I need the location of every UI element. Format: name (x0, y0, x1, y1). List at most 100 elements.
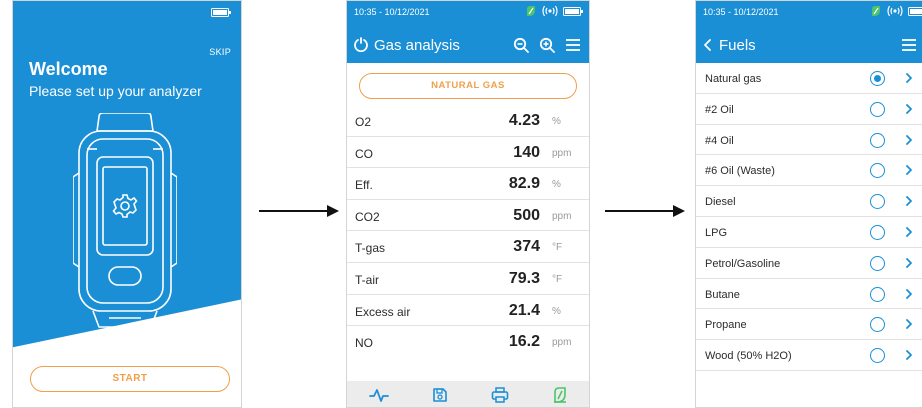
fuel-radio[interactable] (870, 132, 885, 148)
measurement-value: 500 (513, 206, 540, 224)
fuel-radio[interactable] (870, 224, 885, 240)
gas-analysis-body: NATURAL GAS O2 4.23 % CO 140 ppm Eff. 82… (347, 63, 589, 407)
measurement-value: 140 (513, 143, 540, 161)
sensor-status-icon (527, 6, 535, 16)
back-chevron-icon[interactable] (702, 38, 714, 52)
fuel-radio[interactable] (870, 101, 885, 117)
battery-icon (908, 6, 922, 16)
measurement-unit: ppm (552, 337, 572, 349)
fuel-selector-button[interactable]: NATURAL GAS (359, 73, 577, 99)
fuel-list-item[interactable]: Wood (50% H2O) (696, 340, 922, 371)
measurement-unit: ppm (552, 147, 572, 159)
app-header: 10:35 - 10/12/2021 Gas analysis (347, 1, 589, 63)
gas-analysis-screen: 10:35 - 10/12/2021 Gas analysis NATURAL … (346, 0, 590, 408)
measurement-list: O2 4.23 % CO 140 ppm Eff. 82.9 % CO2 500… (347, 105, 589, 358)
fuel-radio[interactable] (870, 194, 885, 210)
sensor-status-icon (872, 6, 880, 16)
header-title-row: Fuels (702, 35, 756, 55)
menu-icon[interactable] (901, 38, 917, 52)
fuel-radio[interactable] (870, 163, 885, 179)
zoom-out-icon[interactable] (513, 37, 529, 53)
battery-icon (563, 6, 583, 16)
measurement-unit: °F (552, 273, 563, 285)
fuel-radio[interactable] (870, 255, 885, 271)
measurement-unit: % (552, 116, 561, 127)
measurement-unit: % (552, 179, 561, 191)
fuel-name: Wood (50% H2O) (705, 350, 792, 363)
chevron-right-icon[interactable] (905, 350, 913, 361)
fuel-list: Natural gas #2 Oil #4 Oil #6 Oil (Waste)… (696, 63, 922, 371)
fuel-list-item[interactable]: Propane (696, 309, 922, 341)
measurement-name: T-gas (355, 241, 386, 256)
fuel-list-item[interactable]: LPG (696, 217, 922, 248)
measurement-name: T-air (355, 272, 379, 287)
measurement-row: CO2 500 ppm (347, 200, 589, 232)
chevron-right-icon[interactable] (905, 134, 913, 145)
chevron-right-icon[interactable] (905, 288, 913, 299)
measurement-value: 21.4 (508, 301, 540, 319)
fuel-list-item[interactable]: #6 Oil (Waste) (696, 155, 922, 187)
chevron-right-icon[interactable] (905, 257, 913, 268)
page-title: Gas analysis (374, 36, 460, 54)
fuel-list-item[interactable]: Diesel (696, 186, 922, 217)
fuel-list-item[interactable]: Butane (696, 279, 922, 310)
welcome-screen: SKIP Welcome Please set up your analyzer… (12, 0, 242, 408)
pulse-icon[interactable] (368, 387, 389, 403)
fuel-name: #2 Oil (705, 103, 734, 116)
measurement-row: Eff. 82.9 % (347, 168, 589, 200)
measurement-row: CO 140 ppm (347, 137, 589, 169)
battery-icon (211, 8, 231, 17)
print-icon[interactable] (491, 387, 509, 403)
fuel-radio[interactable] (870, 317, 885, 333)
chevron-right-icon[interactable] (905, 319, 913, 330)
zoom-in-icon[interactable] (539, 37, 555, 53)
skip-button[interactable]: SKIP (209, 47, 231, 57)
flow-arrow-icon (259, 205, 339, 217)
fuel-list-item[interactable]: Natural gas (696, 63, 922, 94)
status-time: 10:35 - 10/12/2021 (354, 7, 430, 17)
fuel-list-item[interactable]: #2 Oil (696, 94, 922, 125)
measurement-value: 79.3 (508, 269, 540, 287)
measurement-unit: ppm (552, 210, 572, 222)
fuel-name: Diesel (705, 196, 736, 209)
chevron-right-icon[interactable] (905, 165, 913, 176)
fuel-list-item[interactable]: Petrol/Gasoline (696, 248, 922, 279)
chevron-right-icon[interactable] (905, 103, 913, 114)
measurement-row: Excess air 21.4 % (347, 295, 589, 327)
header-actions (901, 35, 917, 55)
status-icons (525, 5, 583, 17)
measurement-row: T-gas 374 °F (347, 231, 589, 263)
fuel-name: Petrol/Gasoline (705, 257, 781, 270)
analyzer-device-illustration (73, 113, 177, 328)
page-title: Fuels (719, 36, 756, 54)
measurement-value: 4.23 (508, 112, 540, 129)
fuel-radio[interactable] (870, 71, 885, 86)
fuel-list-item[interactable]: #4 Oil (696, 125, 922, 156)
measurement-name: CO2 (355, 209, 380, 224)
chevron-right-icon[interactable] (905, 227, 913, 237)
flow-arrow-icon (605, 205, 685, 217)
chevron-right-icon[interactable] (905, 73, 913, 83)
start-button[interactable]: START (30, 366, 230, 392)
fuel-name: #4 Oil (705, 134, 734, 147)
fuel-radio[interactable] (870, 286, 885, 302)
chevron-right-icon[interactable] (905, 196, 913, 207)
menu-icon[interactable] (565, 38, 581, 52)
fuel-name: Propane (705, 319, 747, 332)
fuel-name: LPG (705, 226, 728, 239)
measurement-name: CO (355, 146, 373, 161)
fuels-screen: 10:35 - 10/12/2021 Fuels Natural gas #2 … (695, 0, 922, 408)
fuel-radio[interactable] (870, 348, 885, 364)
save-icon[interactable] (432, 387, 448, 403)
fuel-name: Butane (705, 288, 740, 301)
measurement-value: 82.9 (508, 175, 540, 193)
header-actions (513, 35, 581, 55)
measurement-unit: % (552, 305, 561, 317)
status-time: 10:35 - 10/12/2021 (703, 7, 779, 17)
link-icon[interactable] (552, 387, 568, 403)
measurement-value: 16.2 (508, 333, 540, 351)
bottom-toolbar (347, 381, 589, 407)
measurement-name: NO (355, 336, 373, 351)
wireless-icon (887, 5, 903, 17)
welcome-title: Welcome (29, 59, 108, 79)
